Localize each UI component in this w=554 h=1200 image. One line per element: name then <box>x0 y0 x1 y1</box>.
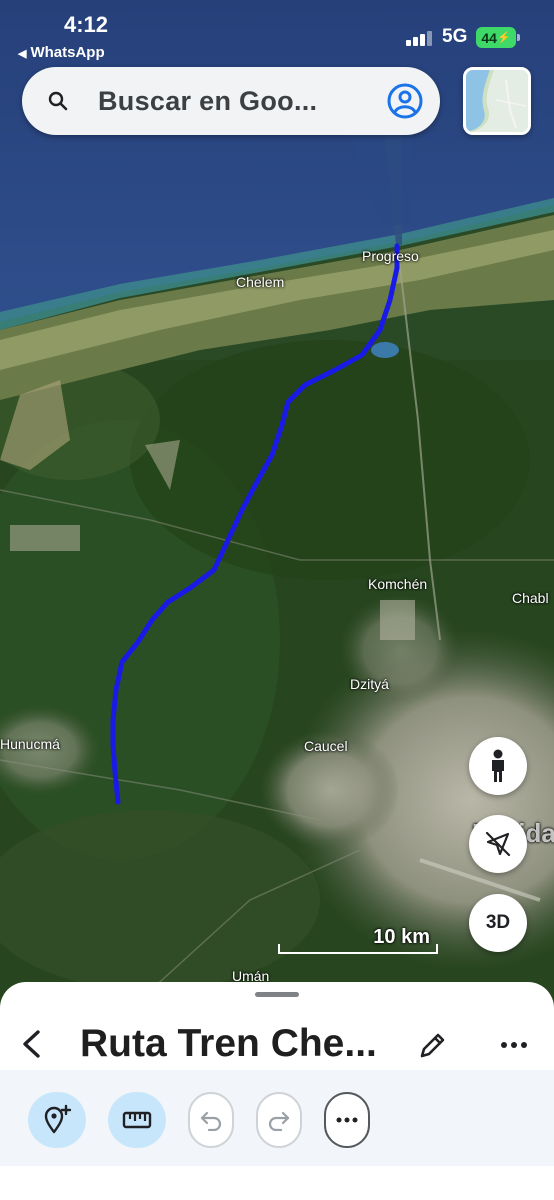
pegman-icon <box>492 749 504 782</box>
undo-button[interactable] <box>188 1092 234 1148</box>
back-app-label: WhatsApp <box>30 44 105 61</box>
status-time: 4:12 <box>64 12 109 37</box>
cell-signal-icon <box>406 30 436 46</box>
search-icon <box>46 89 70 118</box>
search-input[interactable]: Buscar en Goo... <box>98 86 317 117</box>
toolbar-more-button[interactable] <box>324 1092 370 1148</box>
scale-bar <box>278 944 438 954</box>
more-icon <box>336 1117 358 1123</box>
route-title: Ruta Tren Che... <box>80 1022 377 1065</box>
network-type: 5G <box>442 26 468 47</box>
place-label-chelem[interactable]: Chelem <box>236 274 284 290</box>
back-triangle-icon: ◀ <box>18 48 27 60</box>
status-bar: 4:12 ◀ WhatsApp 5G 44 ⚡ <box>0 0 554 62</box>
3d-label: 3D <box>485 912 511 933</box>
place-label-chablekal[interactable]: Chabl <box>512 590 549 606</box>
place-label-hunucma[interactable]: Hunucmá <box>0 736 60 752</box>
battery-indicator: 44 ⚡ <box>476 27 520 48</box>
battery-level: 44 <box>481 29 497 46</box>
back-button[interactable] <box>14 1026 50 1062</box>
layers-map-icon <box>466 70 528 132</box>
sheet-drag-handle[interactable] <box>255 992 299 997</box>
more-options-button[interactable] <box>496 1028 532 1062</box>
account-circle-icon[interactable] <box>386 82 424 125</box>
map-scale: 10 km <box>278 922 438 956</box>
compass-off-icon <box>485 831 511 857</box>
add-point-icon <box>44 1104 72 1134</box>
measure-button[interactable] <box>108 1092 166 1148</box>
place-label-progreso[interactable]: Progreso <box>362 248 419 264</box>
3d-view-button[interactable]: 3D <box>469 894 527 952</box>
search-bar[interactable]: Buscar en Goo... <box>22 67 440 135</box>
pencil-icon <box>420 1033 445 1058</box>
ruler-icon <box>122 1111 152 1129</box>
add-point-button[interactable] <box>28 1092 86 1148</box>
more-horizontal-icon <box>501 1042 527 1048</box>
place-label-komchen[interactable]: Komchén <box>368 576 427 592</box>
layers-thumbnail-button[interactable] <box>463 67 531 135</box>
place-label-caucel[interactable]: Caucel <box>304 738 348 754</box>
compass-button[interactable] <box>469 815 527 873</box>
redo-icon <box>268 1111 290 1131</box>
route-bottom-sheet[interactable]: Ruta Tren Che... <box>0 982 554 1200</box>
undo-icon <box>200 1111 222 1131</box>
edit-button[interactable] <box>416 1028 450 1062</box>
chevron-left-icon <box>23 1030 40 1058</box>
redo-button[interactable] <box>256 1092 302 1148</box>
place-label-dzitya[interactable]: Dzityá <box>350 676 389 692</box>
street-view-button[interactable] <box>469 737 527 795</box>
back-to-app-link[interactable]: ◀ WhatsApp <box>18 44 105 61</box>
charging-bolt-icon: ⚡ <box>496 32 511 44</box>
